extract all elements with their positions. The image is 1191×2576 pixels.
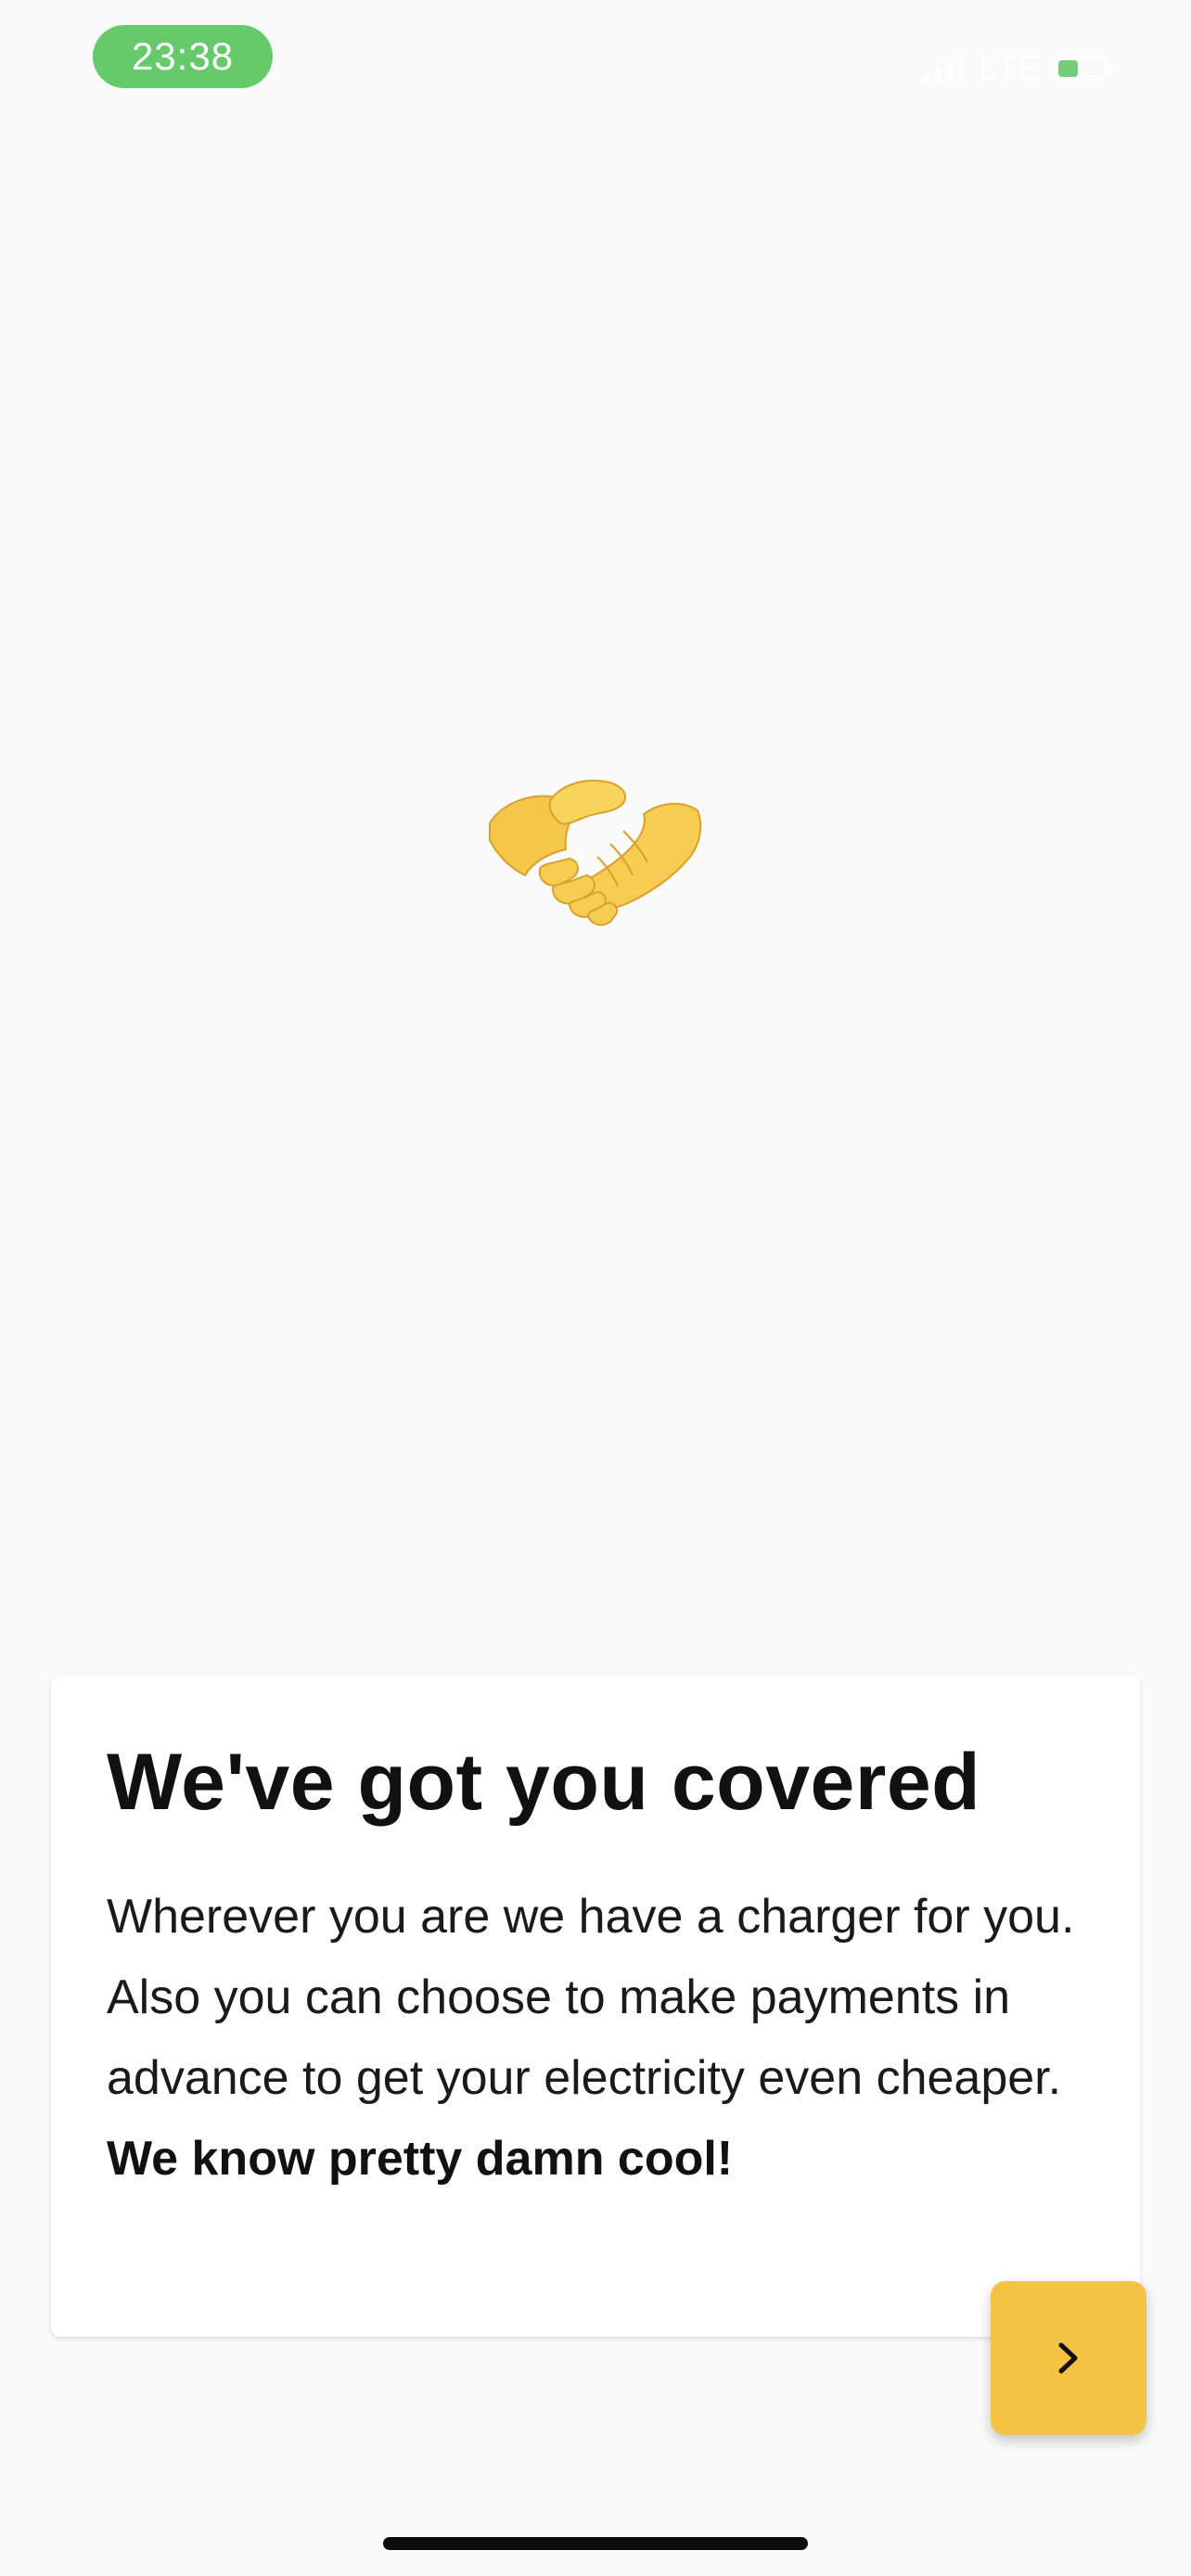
card-title: We've got you covered [107, 1738, 981, 1827]
next-button[interactable] [991, 2281, 1146, 2435]
status-indicators: LTE [922, 46, 1112, 91]
network-label: LTE [979, 48, 1041, 88]
status-time: 23:38 [93, 25, 273, 88]
home-indicator[interactable] [383, 2537, 808, 2550]
card-body-emphasis: We know pretty damn cool! [107, 2132, 734, 2186]
battery-icon [1054, 56, 1112, 82]
battery-fill [1058, 60, 1078, 77]
card-body: Wherever you are we have a charger for y… [107, 1877, 1090, 2200]
chevron-right-icon [1058, 2342, 1078, 2374]
signal-icon [922, 55, 967, 83]
onboarding-screen: 23:38 LTE We've got you covered Wherever… [0, 0, 1191, 2576]
info-card: We've got you covered Wherever you are w… [51, 1675, 1140, 2337]
card-body-text: Wherever you are we have a charger for y… [107, 1890, 1075, 2105]
handshake-icon [489, 779, 702, 926]
status-bar: 23:38 LTE [0, 0, 1191, 121]
